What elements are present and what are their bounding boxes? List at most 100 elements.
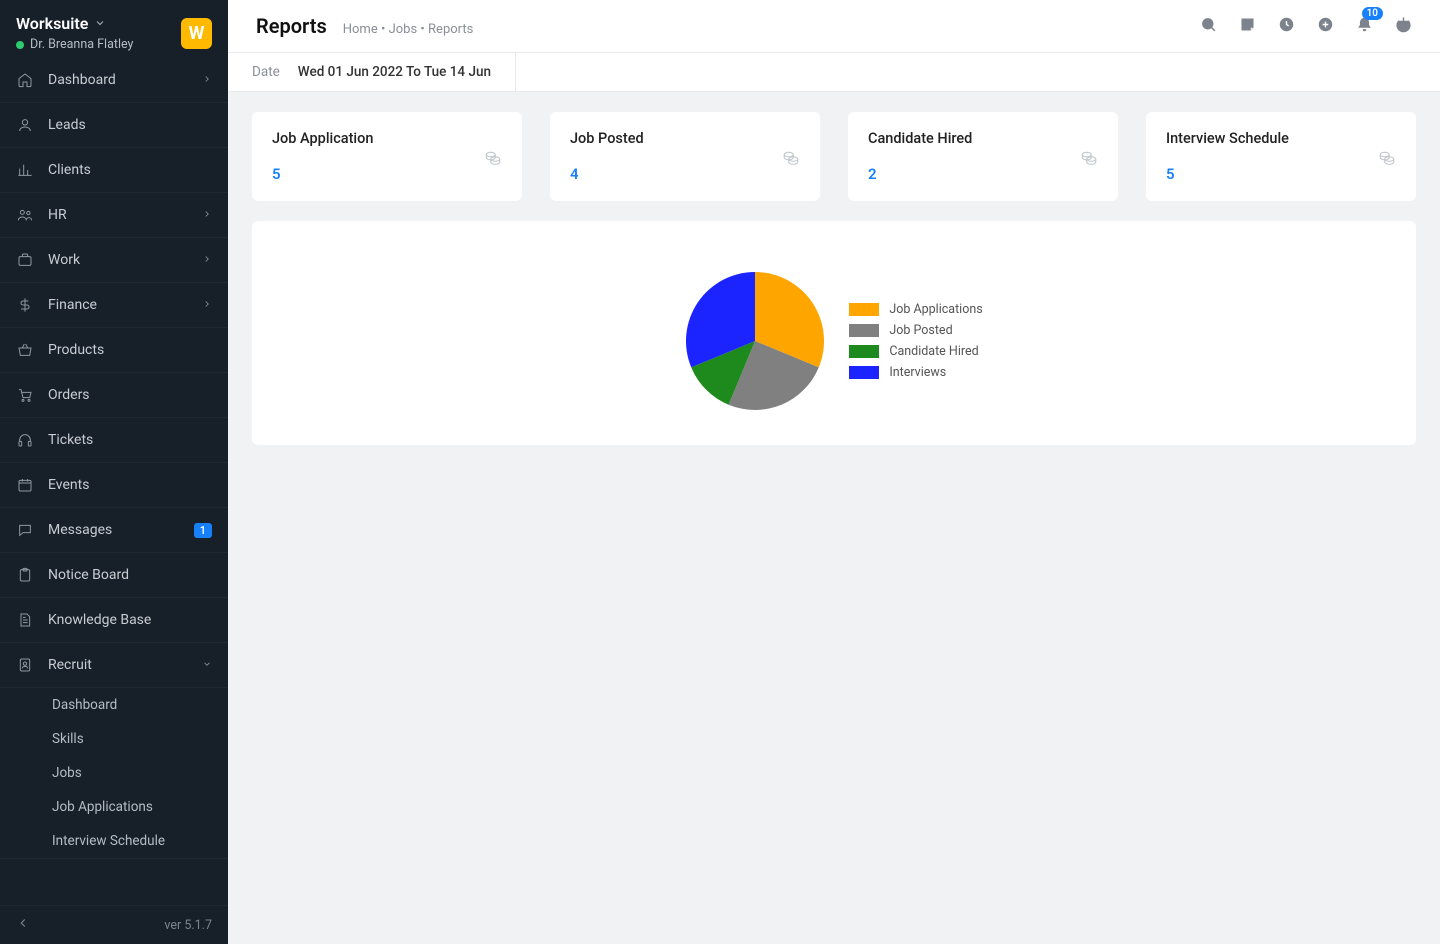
datebar: Date Wed 01 Jun 2022 To Tue 14 Jun [228, 53, 1440, 92]
sidebar-item-orders[interactable]: Orders [0, 373, 228, 418]
sidebar-item-notice-board[interactable]: Notice Board [0, 553, 228, 598]
sidebar-item-dashboard[interactable]: Dashboard [0, 58, 228, 103]
legend-item-job-posted[interactable]: Job Posted [849, 323, 982, 338]
sidebar-subitem-interview-schedule[interactable]: Interview Schedule [0, 824, 228, 858]
bell-icon[interactable]: 10 [1356, 16, 1373, 37]
page-title: Reports [256, 14, 327, 38]
sidebar-item-label: Dashboard [48, 72, 188, 88]
sidebar-item-knowledge-base[interactable]: Knowledge Base [0, 598, 228, 643]
plus-circle-icon[interactable] [1317, 16, 1334, 37]
sidebar-item-label: Clients [48, 162, 212, 178]
home-icon [16, 71, 34, 89]
sidebar-item-hr[interactable]: HR [0, 193, 228, 238]
sidebar-item-label: HR [48, 207, 188, 223]
sidebar-subnav-recruit: DashboardSkillsJobsJob ApplicationsInter… [0, 688, 228, 859]
stat-card-job-application[interactable]: Job Application5 [252, 112, 522, 201]
date-filter[interactable]: Date Wed 01 Jun 2022 To Tue 14 Jun [228, 53, 516, 91]
breadcrumb-home[interactable]: Home [343, 22, 378, 37]
chevron-right-icon [202, 253, 212, 267]
stat-card-job-posted[interactable]: Job Posted 4 [550, 112, 820, 201]
stat-card-interview-schedule[interactable]: Interview Schedule5 [1146, 112, 1416, 201]
coins-icon [1080, 149, 1098, 171]
chevron-down-icon[interactable] [94, 14, 106, 33]
topbar: Reports Home • Jobs • Reports 10 [228, 0, 1440, 53]
legend-item-interviews[interactable]: Interviews [849, 365, 982, 380]
basket-icon [16, 341, 34, 359]
status-dot-icon [16, 41, 24, 49]
sidebar-item-label: Work [48, 252, 188, 268]
recruit-icon [16, 656, 34, 674]
chevron-down-icon [202, 658, 212, 672]
topbar-left: Reports Home • Jobs • Reports [256, 14, 473, 38]
card-value: 4 [570, 165, 800, 183]
sidebar-item-clients[interactable]: Clients [0, 148, 228, 193]
user-status: Dr. Breanna Flatley [16, 37, 133, 52]
card-value: 5 [272, 165, 502, 183]
sidebar-item-label: Events [48, 477, 212, 493]
sidebar-item-leads[interactable]: Leads [0, 103, 228, 148]
legend-label: Interviews [889, 365, 946, 380]
briefcase-icon [16, 251, 34, 269]
collapse-sidebar-button[interactable] [16, 916, 30, 934]
power-icon[interactable] [1395, 16, 1412, 37]
sidebar-item-label: Knowledge Base [48, 612, 212, 628]
pie-chart [685, 271, 825, 411]
sidebar-item-products[interactable]: Products [0, 328, 228, 373]
date-value: Wed 01 Jun 2022 To Tue 14 Jun [298, 64, 491, 80]
sidebar-subitem-jobs[interactable]: Jobs [0, 756, 228, 790]
notification-badge: 10 [1362, 7, 1383, 20]
sidebar-item-label: Leads [48, 117, 212, 133]
sidebar-badge: 1 [194, 523, 212, 538]
sidebar-item-label: Messages [48, 522, 180, 538]
stat-card-candidate-hired[interactable]: Candidate Hired2 [848, 112, 1118, 201]
hr-icon [16, 206, 34, 224]
sidebar-item-events[interactable]: Events [0, 463, 228, 508]
headphones-icon [16, 431, 34, 449]
brand-logo-icon: W [181, 18, 212, 49]
sidebar-item-recruit[interactable]: Recruit [0, 643, 228, 688]
brand-name[interactable]: Worksuite [16, 14, 88, 33]
breadcrumb-jobs[interactable]: Jobs [389, 22, 418, 37]
chart-panel: Job Applications Job Posted Candidate Hire… [252, 221, 1416, 445]
chevron-right-icon [202, 73, 212, 87]
date-label: Date [252, 64, 280, 80]
calendar-icon [16, 476, 34, 494]
sidebar-item-label: Orders [48, 387, 212, 403]
main: Reports Home • Jobs • Reports 10 [228, 0, 1440, 944]
sidebar-item-work[interactable]: Work [0, 238, 228, 283]
sidebar-item-label: Notice Board [48, 567, 212, 583]
sidebar-nav: Dashboard Leads Clients HR Work Finance Produc… [0, 58, 228, 905]
legend-label: Job Applications [889, 302, 982, 317]
sidebar-subitem-skills[interactable]: Skills [0, 722, 228, 756]
content: Job Application5 Job Posted 4 Candidate Hir… [228, 92, 1440, 944]
chart-icon [16, 161, 34, 179]
version-label: ver 5.1.7 [164, 918, 212, 933]
message-icon [16, 521, 34, 539]
user-icon [16, 116, 34, 134]
search-icon[interactable] [1200, 16, 1217, 37]
stat-cards: Job Application5 Job Posted 4 Candidate Hir… [252, 112, 1416, 201]
legend-swatch-icon [849, 345, 879, 358]
legend-item-job-applications[interactable]: Job Applications [849, 302, 982, 317]
clipboard-icon [16, 566, 34, 584]
sidebar-subitem-job-applications[interactable]: Job Applications [0, 790, 228, 824]
breadcrumb-current: Reports [428, 22, 473, 37]
card-title: Job Posted [570, 130, 800, 147]
sidebar-header: Worksuite Dr. Breanna Flatley W [0, 0, 228, 58]
coins-icon [1378, 149, 1396, 171]
clock-icon[interactable] [1278, 16, 1295, 37]
sticky-note-icon[interactable] [1239, 16, 1256, 37]
sidebar-subitem-dashboard[interactable]: Dashboard [0, 688, 228, 722]
document-icon [16, 611, 34, 629]
sidebar-item-messages[interactable]: Messages 1 [0, 508, 228, 553]
breadcrumb: Home • Jobs • Reports [343, 22, 474, 37]
sidebar-brand[interactable]: Worksuite Dr. Breanna Flatley [16, 14, 133, 52]
sidebar-item-tickets[interactable]: Tickets [0, 418, 228, 463]
legend-item-candidate-hired[interactable]: Candidate Hired [849, 344, 982, 359]
sidebar-item-label: Tickets [48, 432, 212, 448]
sidebar-item-label: Finance [48, 297, 188, 313]
sidebar: Worksuite Dr. Breanna Flatley W Dashboar… [0, 0, 228, 944]
legend-swatch-icon [849, 303, 879, 316]
sidebar-item-finance[interactable]: Finance [0, 283, 228, 328]
topbar-right: 10 [1200, 16, 1412, 37]
